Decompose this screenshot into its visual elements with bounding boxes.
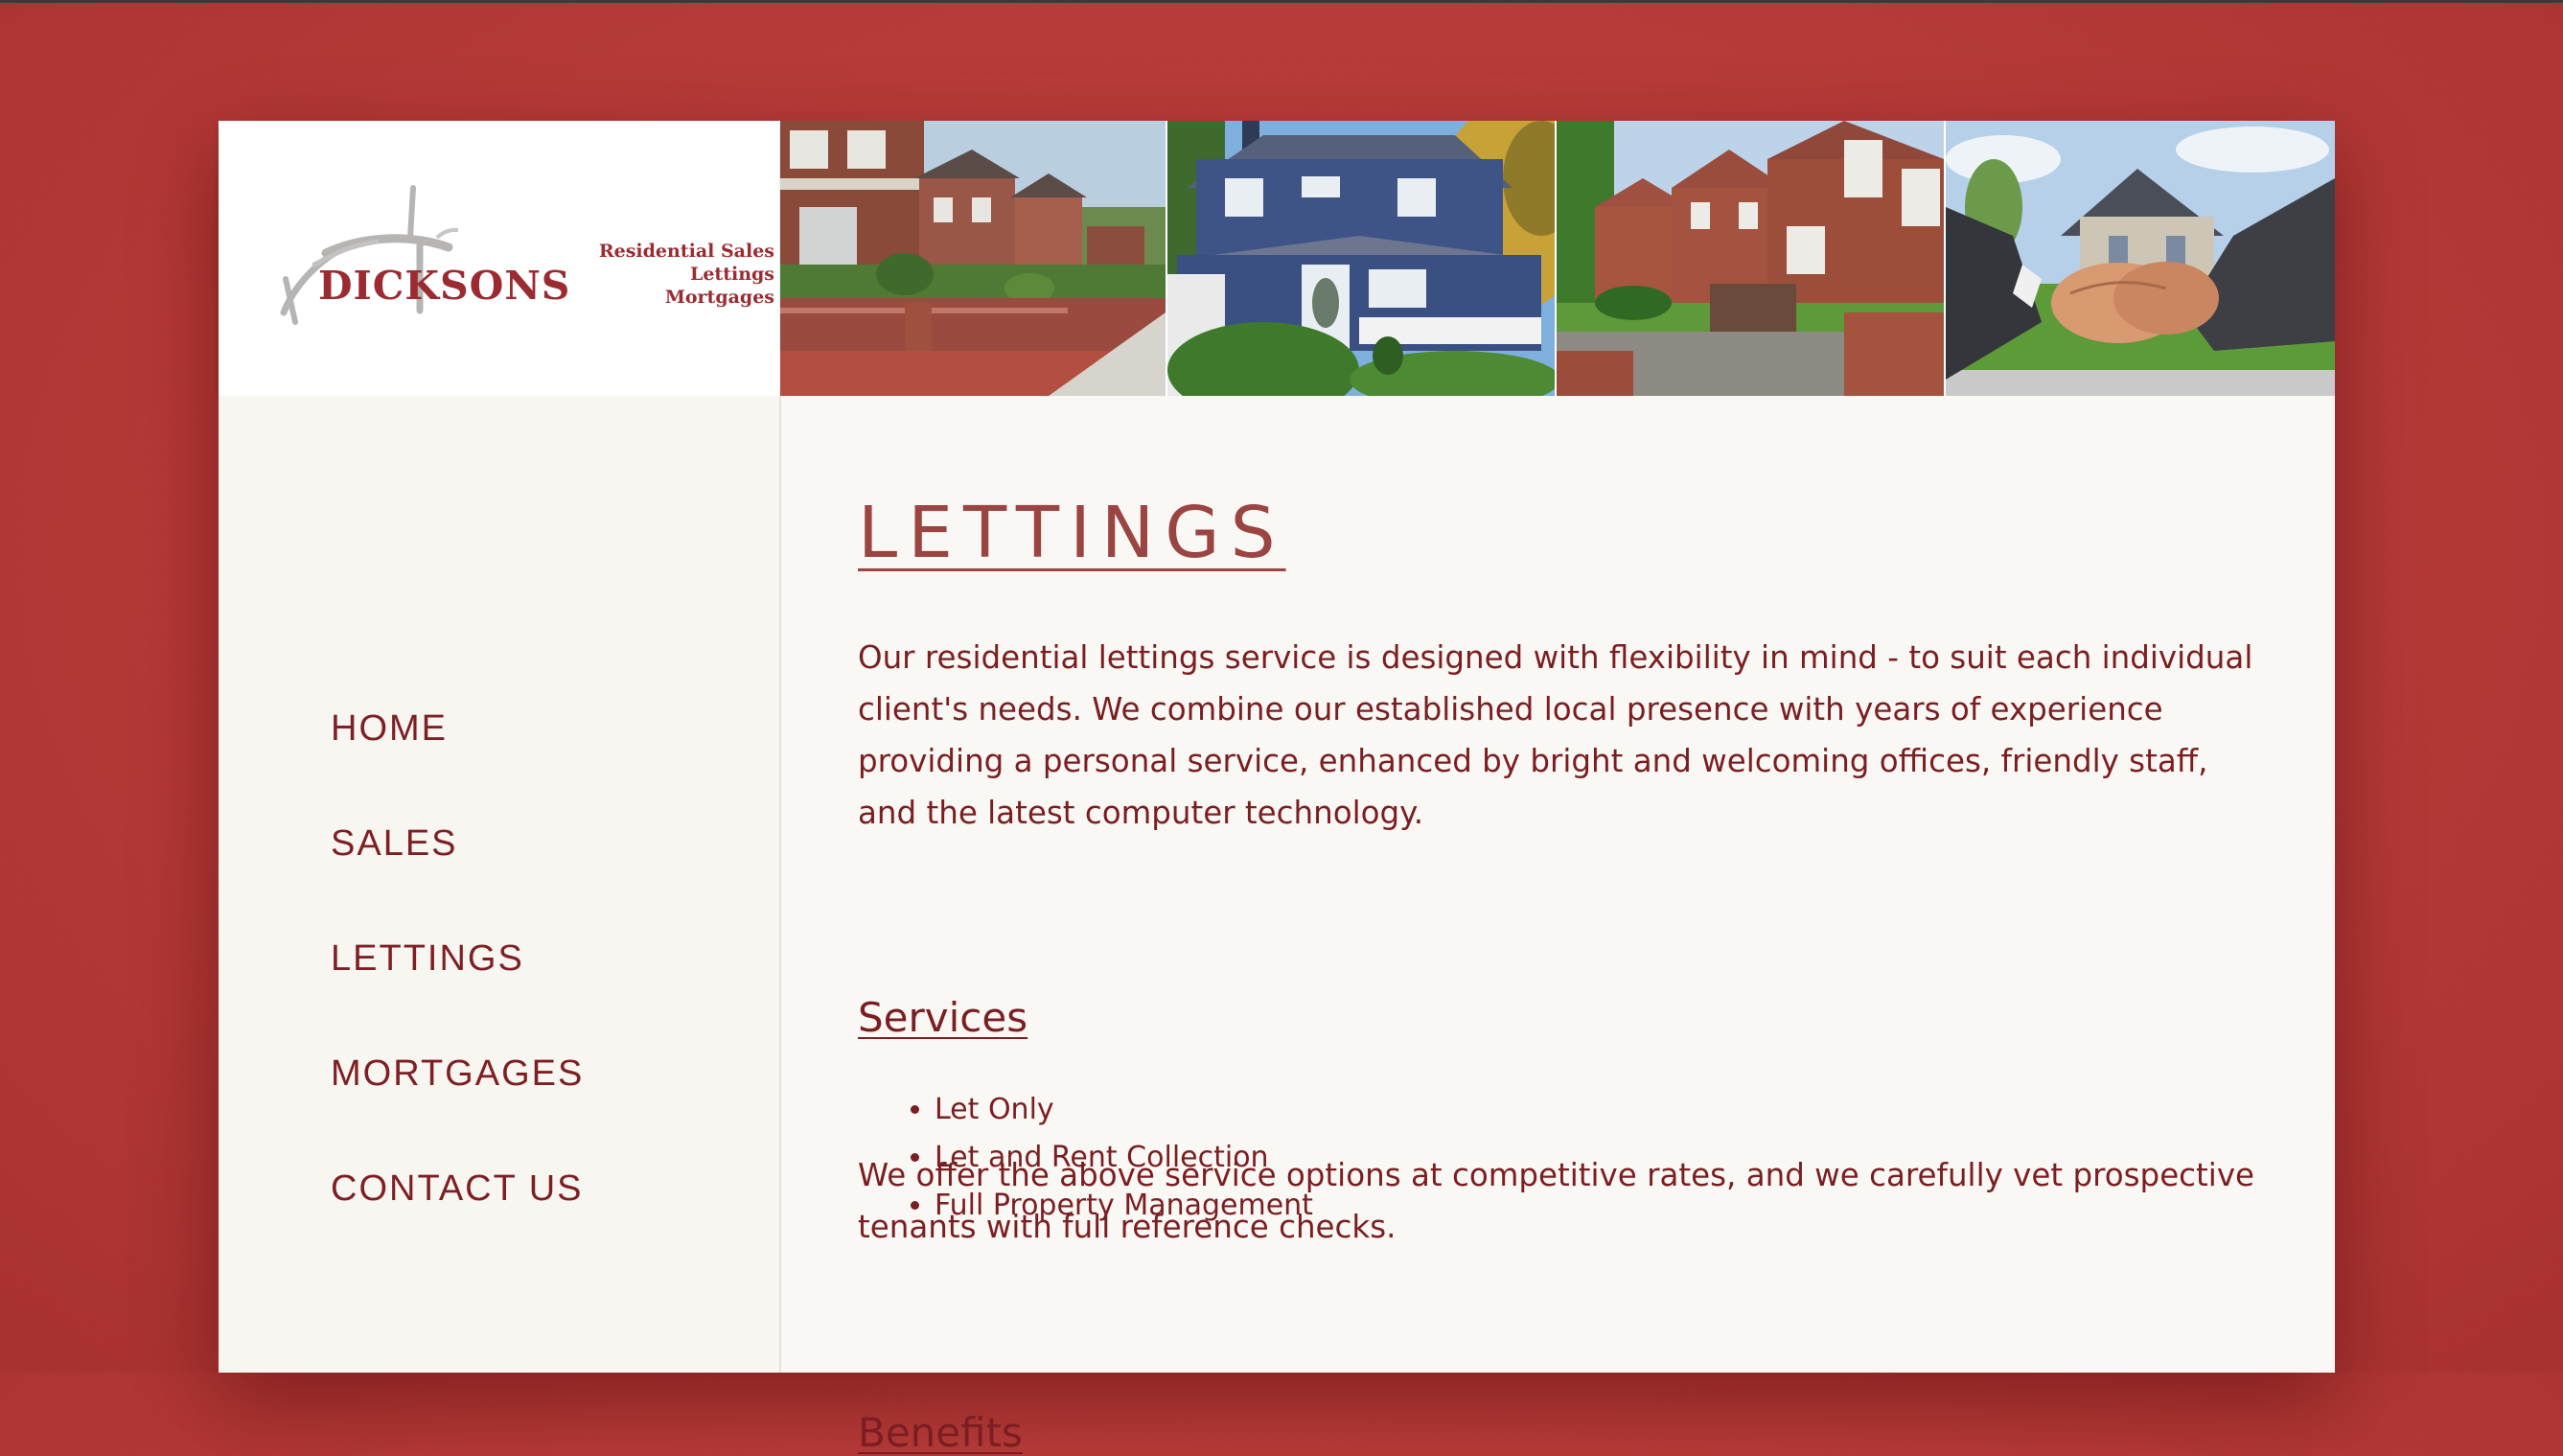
- header-photo-brick-houses: [780, 121, 1166, 396]
- benefits-heading: Benefits: [858, 1409, 1023, 1456]
- header-photo-blue-house: [1167, 121, 1555, 396]
- house-roof-logo-icon: [280, 185, 458, 325]
- window-top-edge: [0, 0, 2563, 3]
- logo-tagline: Residential Sales Lettings Mortgages: [583, 240, 774, 309]
- list-item: Let Only: [935, 1086, 1313, 1134]
- header-photo-brick-row-houses: [1557, 121, 1944, 396]
- site-header: DICKSONS Residential Sales Lettings Mort…: [219, 121, 2335, 396]
- site-container: DICKSONS Residential Sales Lettings Mort…: [219, 121, 2335, 1456]
- logo-tagline-lettings: Lettings: [689, 264, 774, 285]
- nav-item-home[interactable]: HOME: [331, 708, 448, 750]
- intro-paragraph: Our residential lettings service is desi…: [858, 639, 2253, 831]
- rates-paragraph: We offer the above service options at co…: [858, 1157, 2255, 1245]
- main-content: LETTINGS Our residential lettings servic…: [781, 396, 2335, 1456]
- nav-item-mortgages[interactable]: MORTGAGES: [331, 1053, 584, 1095]
- logo-tagline-sales: Residential Sales: [598, 241, 774, 262]
- sidebar-nav: HOME SALES LETTINGS MORTGAGES CONTACT US: [219, 396, 781, 1373]
- services-heading: Services: [858, 994, 1028, 1041]
- nav-item-sales[interactable]: SALES: [331, 823, 458, 865]
- nav-item-lettings[interactable]: LETTINGS: [331, 938, 524, 980]
- logo-tagline-mortgages: Mortgages: [664, 287, 774, 308]
- nav-item-contact-us[interactable]: CONTACT US: [331, 1168, 584, 1210]
- logo[interactable]: DICKSONS Residential Sales Lettings Mort…: [219, 121, 779, 396]
- header-photo-handshake: [1946, 121, 2335, 396]
- logo-name: DICKSONS: [318, 263, 571, 309]
- page-title: LETTINGS: [858, 492, 1286, 574]
